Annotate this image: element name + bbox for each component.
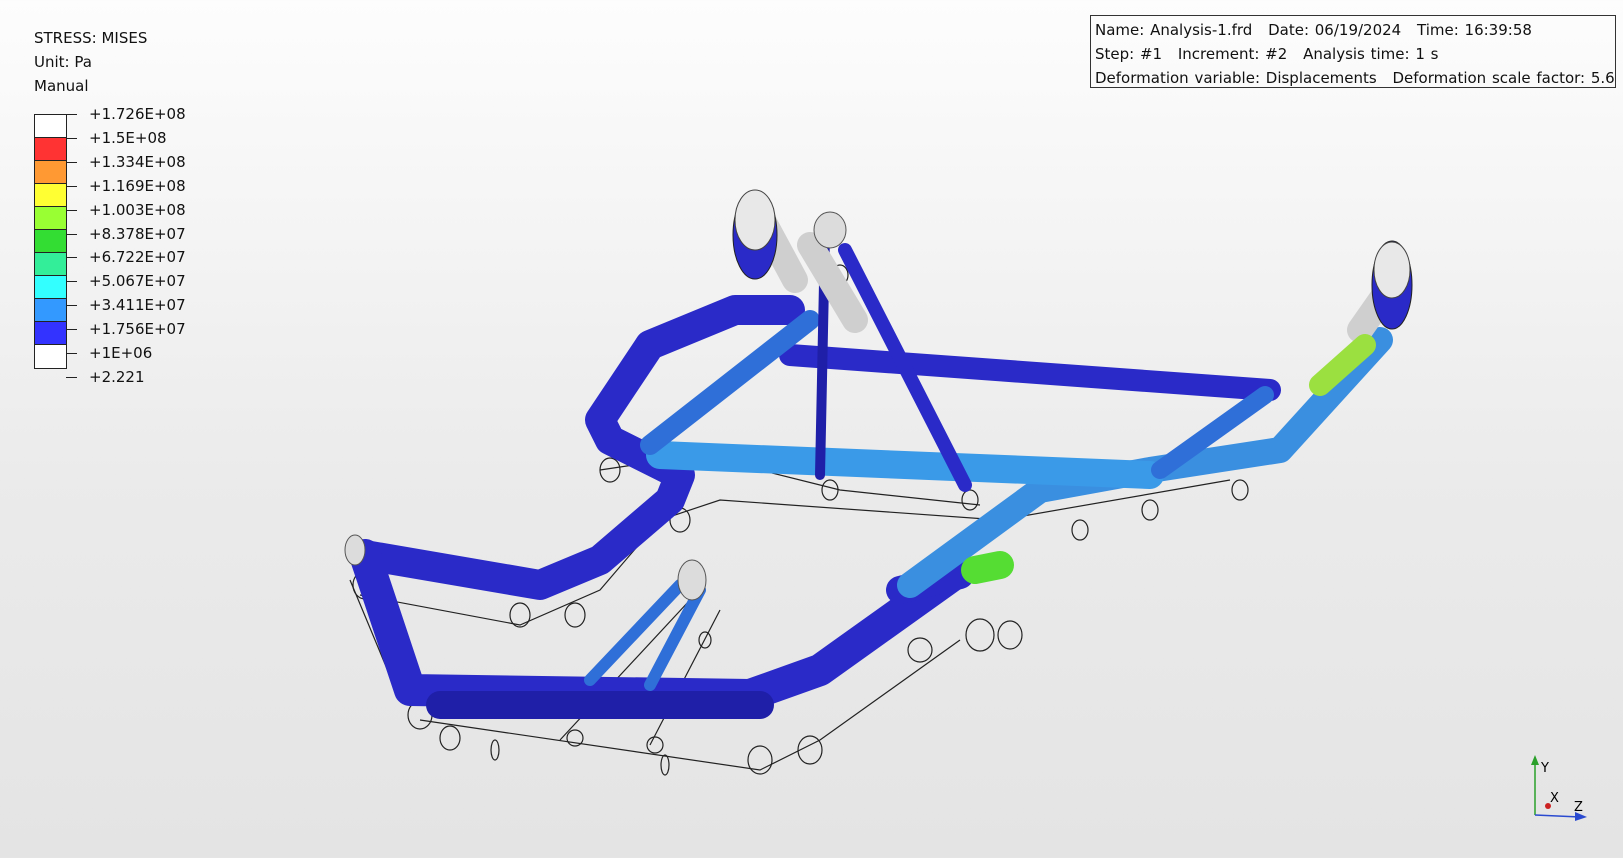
y-axis-label: Y <box>1540 761 1549 776</box>
deformed-frame <box>349 202 1408 719</box>
x-axis-label: X <box>1550 791 1559 806</box>
axis-triad: Y X Z <box>1531 755 1587 821</box>
model-viewport[interactable] <box>0 0 1623 858</box>
z-axis-label: Z <box>1574 800 1583 815</box>
z-axis-line <box>1534 814 1581 818</box>
y-axis-arrow <box>1531 755 1539 765</box>
